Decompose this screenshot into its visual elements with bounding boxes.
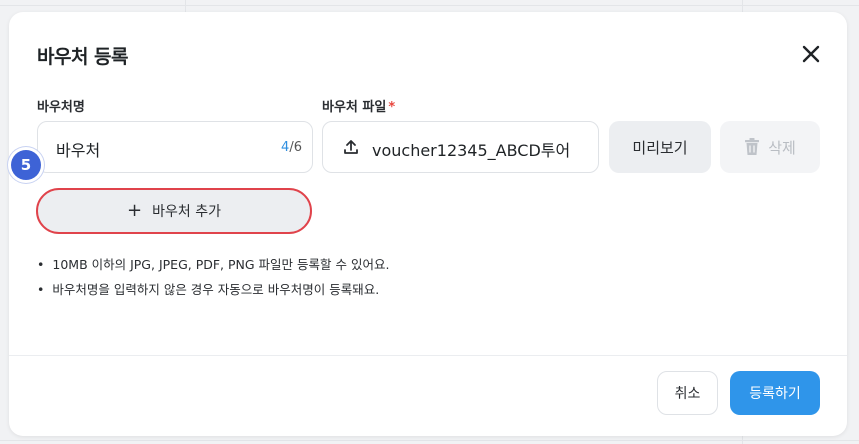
background-line (0, 440, 859, 441)
footer-divider (9, 355, 847, 356)
background-line (0, 5, 859, 6)
voucher-name-label: 바우처명 (37, 96, 85, 115)
required-mark: * (388, 100, 396, 115)
voucher-name-value: 바우처 (56, 141, 101, 160)
close-icon (802, 45, 820, 63)
submit-button[interactable]: 등록하기 (730, 371, 820, 415)
voucher-file-upload[interactable]: voucher12345_ABCD투어 (322, 121, 599, 173)
preview-button-label: 미리보기 (632, 138, 688, 157)
file-name: voucher12345_ABCD투어 (372, 141, 571, 160)
voucher-name-label-text: 바우처명 (37, 100, 85, 115)
cancel-button[interactable]: 취소 (657, 371, 718, 415)
note-item: 바우처명을 입력하지 않은 경우 자동으로 바우처명이 등록돼요. (37, 279, 389, 298)
background-line (742, 0, 743, 12)
upload-icon (344, 140, 358, 154)
submit-button-label: 등록하기 (749, 386, 801, 402)
background-line (185, 0, 186, 12)
background-line (742, 436, 743, 444)
character-count-max: 6 (293, 140, 302, 155)
note-item: 10MB 이하의 JPG, JPEG, PDF, PNG 파일만 등록할 수 있… (37, 254, 389, 273)
character-counter: 4/6 (281, 140, 302, 155)
delete-button-label: 삭제 (768, 138, 796, 157)
voucher-file-label-text: 바우처 파일 (322, 100, 387, 115)
dialog-title: 바우처 등록 (37, 46, 129, 68)
add-voucher-label: 바우처 추가 (152, 204, 221, 220)
voucher-file-label: 바우처 파일 * (322, 96, 395, 115)
upload-notes: 10MB 이하의 JPG, JPEG, PDF, PNG 파일만 등록할 수 있… (37, 254, 389, 304)
step-badge: 5 (11, 150, 41, 180)
cancel-button-label: 취소 (674, 386, 701, 402)
close-button[interactable] (799, 42, 823, 66)
voucher-name-input[interactable]: 바우처 4/6 (37, 121, 313, 173)
delete-button[interactable]: 삭제 (720, 121, 820, 173)
preview-button[interactable]: 미리보기 (609, 121, 711, 173)
add-voucher-button[interactable]: + 바우처 추가 (36, 188, 312, 234)
voucher-register-dialog: 바우처 등록 바우처명 바우처 4/6 바우처 파일 * voucher12345… (9, 12, 847, 436)
trash-icon (745, 138, 760, 155)
plus-icon: + (127, 200, 143, 221)
